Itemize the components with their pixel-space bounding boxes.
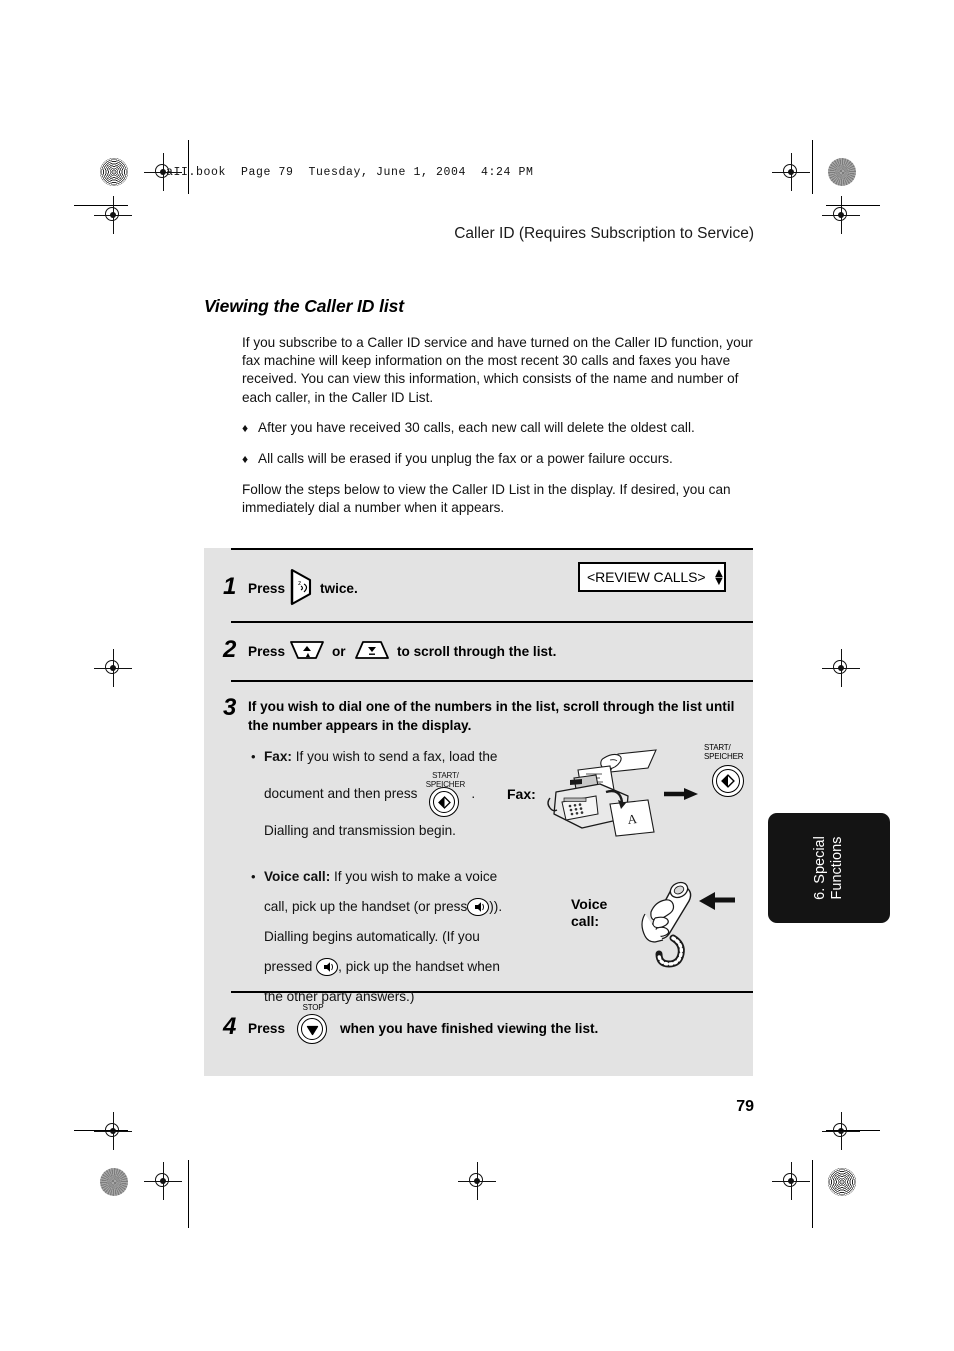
fax-line-1: Fax: If you wish to send a fax, load the bbox=[264, 742, 544, 772]
illustration-start-key-label: START/ SPEICHER bbox=[704, 743, 744, 761]
diamond-bullet-icon: ♦ bbox=[242, 452, 249, 467]
stop-key-icon[interactable] bbox=[297, 1014, 327, 1044]
step-2-text-before: Press bbox=[248, 644, 286, 659]
registration-mark-left-mid bbox=[94, 649, 132, 687]
registration-mark-bottom-right bbox=[772, 1162, 810, 1200]
list-item: ♦ All calls will be erased if you unplug… bbox=[242, 450, 754, 468]
crop-line-right-bottom bbox=[826, 1130, 880, 1132]
steps-panel: 1 Press z twice. <REVIEW CALLS> ▲ ▼ 2 Pr… bbox=[204, 548, 753, 1076]
step-2-conjunction: or bbox=[332, 644, 346, 659]
halftone-swatch-bottom-left bbox=[100, 1168, 128, 1196]
registration-mark-right-mid bbox=[822, 649, 860, 687]
voice-illustration-label-text: Voice call: bbox=[571, 896, 608, 929]
voice-illustration-label: Voice call: bbox=[571, 896, 607, 930]
down-arrow-key-icon[interactable] bbox=[354, 640, 390, 660]
bullet-icon: • bbox=[251, 749, 256, 764]
step-number-3: 3 bbox=[223, 694, 237, 721]
step-4-text-before: Press bbox=[248, 1021, 286, 1036]
down-arrow-icon: ▼ bbox=[712, 572, 726, 588]
up-arrow-key-icon[interactable]: ▲ bbox=[289, 640, 325, 660]
handset-illustration bbox=[629, 878, 749, 978]
step-divider-2-3 bbox=[231, 680, 753, 682]
diamond-glyph-icon bbox=[430, 788, 458, 816]
voice-lead-label: Voice call: bbox=[264, 869, 331, 884]
crop-line-bottom-left bbox=[188, 1160, 190, 1228]
crop-line-left-top bbox=[74, 205, 128, 207]
registration-mark-bottom-center bbox=[458, 1162, 496, 1200]
step-number-4: 4 bbox=[223, 1013, 237, 1040]
list-item: ♦ After you have received 30 calls, each… bbox=[242, 419, 754, 437]
lcd-display: <REVIEW CALLS> ▲ ▼ bbox=[578, 562, 726, 592]
page-number: 79 bbox=[736, 1098, 754, 1115]
intro-paragraph: If you subscribe to a Caller ID service … bbox=[242, 335, 753, 405]
bullet-icon: • bbox=[251, 869, 256, 884]
crop-line-left-bottom bbox=[74, 1130, 128, 1132]
lcd-scroll-arrows: ▲ ▼ bbox=[712, 566, 726, 588]
crop-line-bottom-right bbox=[812, 1160, 814, 1228]
step-2-text-after: to scroll through the list. bbox=[397, 644, 557, 659]
voice-line-2-before: call, pick up the handset (or press bbox=[264, 899, 468, 914]
registration-mark-bottom-left bbox=[144, 1162, 182, 1200]
list-item-label: All calls will be erased if you unplug t… bbox=[258, 451, 673, 467]
fax-illustration-label: Fax: bbox=[507, 786, 536, 802]
fax-line-1-text: If you wish to send a fax, load the bbox=[295, 749, 498, 764]
step-3-text: If you wish to dial one of the numbers i… bbox=[248, 699, 735, 733]
chapter-tab-label: 6. Special Functions bbox=[812, 836, 845, 900]
voice-line-4-after: , pick up the handset when bbox=[338, 959, 500, 974]
voice-line-4-before: pressed bbox=[264, 959, 313, 974]
step-1-text-after: twice. bbox=[320, 581, 358, 596]
fax-instruction-block: • Fax: If you wish to send a fax, load t… bbox=[251, 742, 544, 846]
start-speicher-key-icon[interactable] bbox=[429, 787, 460, 817]
fax-machine-illustration: A bbox=[547, 748, 708, 838]
voice-line-1: Voice call: If you wish to make a voice bbox=[264, 862, 546, 892]
crop-line-right-top bbox=[826, 205, 880, 207]
crop-line-top-right bbox=[812, 140, 814, 194]
fax-line-2-after: . bbox=[471, 786, 476, 801]
speaker-key-icon[interactable] bbox=[316, 958, 339, 977]
fax-line-3: Dialling and transmission begin. bbox=[264, 823, 456, 838]
running-head: Caller ID (Requires Subscription to Serv… bbox=[454, 225, 754, 242]
stop-triangle-icon bbox=[298, 1015, 326, 1043]
halftone-swatch-bottom-right bbox=[828, 1168, 856, 1196]
halftone-swatch-top-right bbox=[828, 158, 856, 186]
step-number-1: 1 bbox=[223, 573, 237, 600]
intro-block: If you subscribe to a Caller ID service … bbox=[242, 334, 754, 530]
diamond-bullet-icon: ♦ bbox=[242, 420, 249, 435]
stop-key-label: STOP bbox=[302, 1003, 324, 1012]
voice-instruction-block: • Voice call: If you wish to make a voic… bbox=[251, 862, 546, 1012]
step-1-text-before: Press bbox=[248, 581, 286, 596]
list-item-label: After you have received 30 calls, each n… bbox=[258, 419, 695, 435]
svg-text:▲: ▲ bbox=[305, 652, 312, 659]
voice-line-4: pressed , pick up the handset when bbox=[264, 952, 546, 982]
voice-line-1-text: If you wish to make a voice bbox=[334, 869, 498, 884]
voice-line-3: Dialling begins automatically. (If you bbox=[264, 929, 480, 944]
lcd-display-text: <REVIEW CALLS> bbox=[587, 568, 706, 585]
step-number-2: 2 bbox=[223, 636, 237, 663]
intro-bullet-list: ♦ After you have received 30 calls, each… bbox=[242, 419, 754, 468]
intro-closing: Follow the steps below to view the Calle… bbox=[242, 482, 731, 516]
voice-line-2: call, pick up the handset (or press )). bbox=[264, 892, 546, 922]
voice-line-2-after: )). bbox=[489, 899, 503, 914]
fax-line-2: document and then press START/ SPEICHER … bbox=[264, 771, 544, 817]
fax-line-2-before: document and then press bbox=[264, 786, 418, 801]
page-title: Viewing the Caller ID list bbox=[204, 296, 404, 316]
stop-key-group: STOP bbox=[290, 1003, 336, 1049]
diamond-glyph-icon bbox=[713, 766, 743, 796]
step-4-text-after: when you have finished viewing the list. bbox=[340, 1021, 599, 1036]
file-info-header: aII.book Page 79 Tuesday, June 1, 2004 4… bbox=[166, 166, 534, 179]
chapter-tab: 6. Special Functions bbox=[768, 813, 890, 923]
speaker-key-icon[interactable] bbox=[467, 898, 490, 917]
step-divider-top bbox=[231, 548, 753, 550]
illustration-start-speicher-key-icon[interactable] bbox=[712, 765, 744, 797]
svg-text:z: z bbox=[298, 580, 301, 587]
fax-lead-label: Fax: bbox=[264, 749, 292, 764]
halftone-swatch-top-left bbox=[100, 158, 128, 186]
registration-mark-top-right bbox=[772, 153, 810, 191]
function-key-icon[interactable]: z bbox=[289, 568, 313, 606]
step-divider-1-2 bbox=[231, 621, 753, 623]
